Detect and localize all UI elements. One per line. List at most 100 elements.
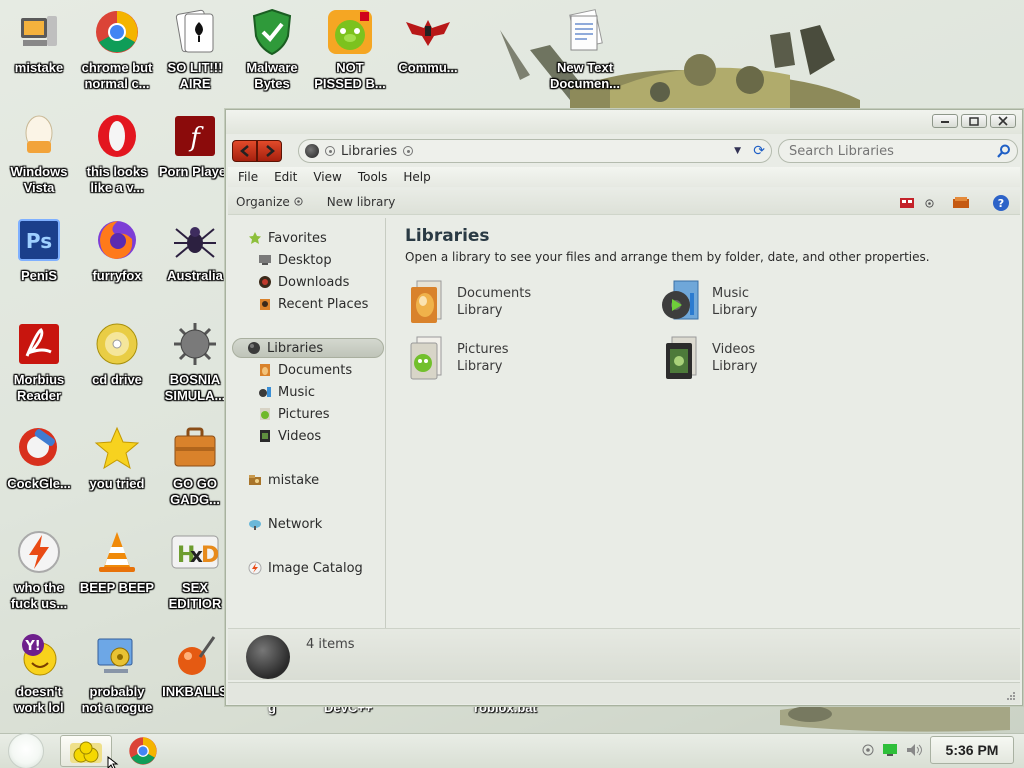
taskbar-explorer-button[interactable] (60, 735, 112, 767)
chrome-icon (93, 8, 141, 56)
desktop-icon-furryfox[interactable]: furryfox (78, 216, 156, 316)
desktop-icon-morbius-reader[interactable]: Morbius Reader (0, 320, 78, 420)
clock[interactable]: 5:36 PM (930, 736, 1014, 764)
desktop-icon-not-pissed[interactable]: NOT PISSED B... (311, 8, 389, 108)
nav-pictures[interactable]: Pictures (258, 404, 329, 424)
view-options-icon[interactable] (899, 196, 915, 210)
desktop-icon-penis[interactable]: Ps PeniS (0, 216, 78, 316)
refresh-icon[interactable]: ⟳ (753, 143, 765, 159)
close-button[interactable] (990, 114, 1016, 128)
cd-icon (93, 320, 141, 368)
search-input[interactable] (789, 143, 989, 159)
network-status-icon[interactable] (882, 743, 898, 757)
desktop-icon-chrome-normal[interactable]: chrome but normal c... (78, 8, 156, 108)
nav-image-catalog[interactable]: Image Catalog (248, 558, 363, 578)
desktop-icon-inkballs[interactable]: INKBALLS (156, 632, 234, 732)
content-subtitle: Open a library to see your files and arr… (405, 250, 930, 264)
desktop-icon-cd-drive[interactable]: cd drive (78, 320, 156, 420)
nav-documents[interactable]: Documents (258, 360, 352, 380)
library-documents[interactable]: Documents Library (405, 278, 625, 326)
desktop-icon-probably-not[interactable]: probably not a rogue (78, 632, 156, 732)
library-music[interactable]: Music Library (660, 278, 880, 326)
organize-button[interactable]: Organize (236, 195, 303, 209)
desktop-icon-malwarebytes[interactable]: Malware Bytes (233, 8, 311, 108)
show-hidden-icons-icon[interactable] (862, 744, 874, 756)
forward-button[interactable] (257, 140, 282, 162)
menu-view[interactable]: View (305, 167, 349, 187)
music-icon (258, 385, 272, 399)
nav-user-mistake[interactable]: mistake (248, 470, 319, 490)
lightning-icon (15, 528, 63, 576)
nav-desktop[interactable]: Desktop (258, 250, 332, 270)
resize-grip-icon[interactable] (1006, 691, 1016, 701)
angry-birds-pig-icon (326, 8, 374, 56)
desktop-icon-solitaire[interactable]: SO LIT!!! AIRE (156, 8, 234, 108)
desktop-icon-opera[interactable]: this looks like a v... (78, 112, 156, 212)
yahoo-messenger-icon: Y! (15, 632, 63, 680)
item-count: 4 items (306, 637, 355, 652)
music-library-icon (660, 279, 704, 325)
mouse-cursor-icon (107, 756, 119, 768)
window-titlebar[interactable] (226, 110, 1022, 134)
star-icon (248, 231, 262, 245)
help-icon[interactable]: ? (992, 194, 1010, 212)
inkball-icon (171, 632, 219, 680)
desktop-icon-doesnt-work[interactable]: Y! doesn't work lol (0, 632, 78, 732)
desktop-icon-who-the[interactable]: who the fuck us... (0, 528, 78, 628)
desktop-icon-beep-beep[interactable]: BEEP BEEP (78, 528, 156, 628)
volume-icon[interactable] (906, 743, 924, 757)
desktop-icon-go-go-gadget[interactable]: GO GO GADG... (156, 424, 234, 524)
desktop-icon-windows-vista[interactable]: Windows Vista (0, 112, 78, 212)
nav-videos[interactable]: Videos (258, 426, 321, 446)
desktop-icon-commu[interactable]: Commu... (389, 8, 467, 108)
preview-pane-icon[interactable] (952, 196, 970, 210)
menu-edit[interactable]: Edit (266, 167, 305, 187)
desktop-icon (258, 253, 272, 267)
breadcrumb-libraries[interactable]: Libraries (341, 144, 397, 159)
nav-music[interactable]: Music (258, 382, 315, 402)
search-box[interactable] (778, 139, 1018, 163)
nav-downloads[interactable]: Downloads (258, 272, 349, 292)
details-pane: 4 items (228, 628, 1020, 680)
eagle-icon (404, 8, 452, 56)
desktop-icon-ccleaner[interactable]: CockGle... (0, 424, 78, 524)
breadcrumb-separator-icon[interactable] (325, 146, 335, 156)
svg-text:Y!: Y! (24, 639, 40, 654)
desktop-icon-new-text-document[interactable]: New Text Documen... (546, 8, 624, 108)
maximize-button[interactable] (961, 114, 987, 128)
back-button[interactable] (232, 140, 257, 162)
desktop-icon-mistake[interactable]: mistake (0, 8, 78, 108)
taskbar-chrome-button[interactable] (122, 735, 164, 767)
new-library-label: New library (326, 194, 396, 209)
minimize-button[interactable] (932, 114, 958, 128)
opera-icon (93, 112, 141, 160)
new-library-button[interactable]: New library (327, 195, 396, 209)
desktop-icon-bosnia[interactable]: BOSNIA SIMULA... (156, 320, 234, 420)
desktop-icon-australia[interactable]: Australia (156, 216, 234, 316)
status-bar (228, 682, 1020, 704)
breadcrumb-separator-icon[interactable] (403, 146, 414, 156)
navigation-pane: Favorites Desktop Downloads Recent Place… (228, 218, 386, 630)
address-bar[interactable]: Libraries ▼ ⟳ (298, 139, 772, 163)
recent-places-icon (258, 297, 272, 311)
menu-help[interactable]: Help (395, 167, 438, 187)
desktop-icon-sex-editior[interactable]: HxD SEX EDITIOR (156, 528, 234, 628)
command-bar: Organize New library ? (228, 189, 1020, 215)
library-videos[interactable]: Videos Library (660, 334, 880, 382)
start-button[interactable] (8, 733, 44, 768)
library-type: Library (457, 359, 503, 374)
library-name: Pictures (457, 342, 509, 357)
desktop-icon-you-tried[interactable]: you tried (78, 424, 156, 524)
library-name: Videos (712, 342, 756, 357)
nav-recent-places[interactable]: Recent Places (258, 294, 368, 314)
nav-network[interactable]: Network (248, 514, 322, 534)
search-icon[interactable] (997, 144, 1011, 158)
view-dropdown-icon[interactable] (925, 198, 934, 208)
menu-file[interactable]: File (230, 167, 266, 187)
nav-favorites[interactable]: Favorites (248, 228, 327, 248)
menu-tools[interactable]: Tools (350, 167, 396, 187)
desktop-icon-porn-player[interactable]: f Porn Player (156, 112, 234, 212)
nav-libraries[interactable]: Libraries (232, 338, 384, 358)
address-dropdown-icon[interactable]: ▼ (734, 146, 741, 156)
library-pictures[interactable]: Pictures Library (405, 334, 625, 382)
